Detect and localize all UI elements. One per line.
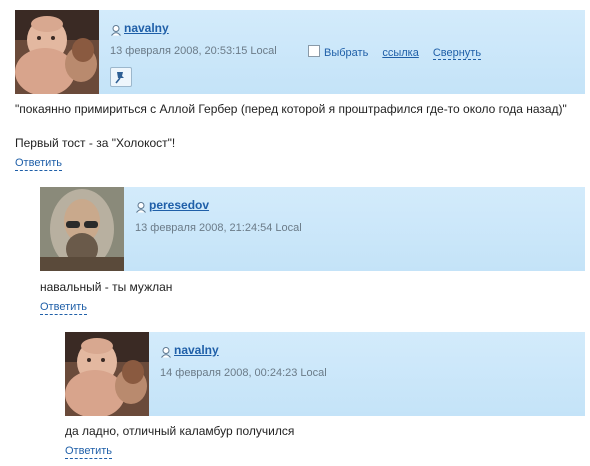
comment-date: 14 февраля 2008, 00:24:23 Local [160,367,327,379]
comment-navalny-2: navalny 14 февраля 2008, 00:24:23 Local … [0,0,590,466]
comment-text: да ладно, отличный каламбур получился [65,424,295,438]
user-icon [160,345,172,358]
comment-header: navalny 14 февраля 2008, 00:24:23 Local [65,332,585,416]
reply-link[interactable]: Ответить [65,445,113,459]
username-link[interactable]: navalny [174,343,219,357]
avatar[interactable] [65,332,149,416]
